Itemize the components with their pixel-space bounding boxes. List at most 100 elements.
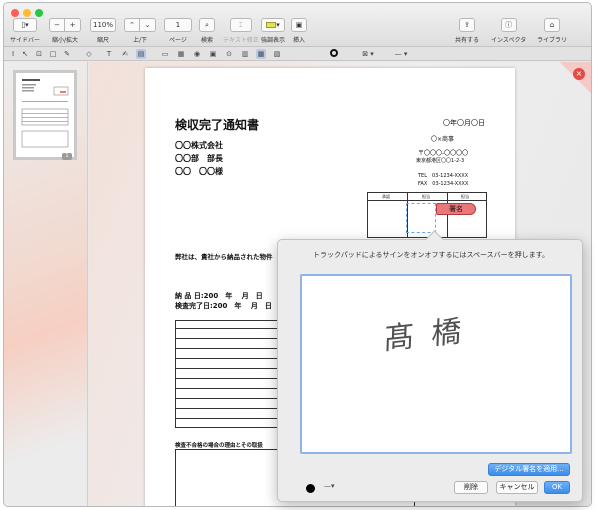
close-window-button[interactable] bbox=[11, 9, 19, 17]
page-number-field[interactable]: 1 bbox=[164, 18, 192, 32]
page-up-button[interactable]: ⌃ bbox=[124, 18, 140, 32]
signature-target-box[interactable] bbox=[406, 203, 436, 233]
picture-icon: ▦ bbox=[177, 50, 185, 58]
stamp-header-approve: 承認 bbox=[382, 194, 390, 199]
note-icon: ▤ bbox=[137, 50, 145, 58]
camera-tool[interactable]: ▣ bbox=[208, 49, 218, 59]
sketch-tool[interactable]: ✎ bbox=[62, 49, 72, 59]
form-tool[interactable]: ▦ bbox=[256, 49, 266, 59]
share-icon: ⇪ bbox=[464, 21, 470, 29]
minimize-window-button[interactable] bbox=[23, 9, 31, 17]
pointer-tool[interactable]: ↖ bbox=[20, 49, 30, 59]
page-down-button[interactable]: ⌄ bbox=[140, 18, 156, 32]
page-nav-group: ⌃ ⌄ 上/下 bbox=[124, 18, 156, 44]
text-fix-group: ⌶ テキスト修正 bbox=[223, 18, 259, 44]
scale-label: 縮尺 bbox=[96, 37, 109, 44]
highlight-label: 強調表示 bbox=[261, 37, 286, 44]
signature-ink: 髙 橋 bbox=[383, 313, 466, 358]
caption-tool[interactable]: ▧ bbox=[272, 49, 282, 59]
stamp-header-staff: 担当 bbox=[422, 194, 430, 199]
ok-button[interactable]: OK bbox=[544, 481, 570, 494]
rectangle-select-tool[interactable]: □ bbox=[48, 49, 58, 59]
signature-popover: トラックパッドによるサインをオンオフするにはスペースバーを押します。 髙 橋 デ… bbox=[277, 239, 583, 502]
stamp-header-staff-2: 担当 bbox=[461, 194, 469, 199]
border-color-tool[interactable] bbox=[329, 49, 339, 59]
image-icon: ▣ bbox=[295, 21, 303, 29]
text-tool[interactable]: T bbox=[104, 49, 114, 59]
apply-digital-signature-button[interactable]: デジタル署名を適用... bbox=[488, 463, 570, 476]
toolbar: ▯▾ サイドバー − + 縮小/拡大 110% 縮尺 ⌃ ⌄ 上/下 1 ページ bbox=[4, 3, 591, 47]
search-label: 検索 bbox=[200, 37, 213, 44]
sender-company: 〇×商事 bbox=[431, 136, 455, 143]
sign-here-tag[interactable]: 署名 bbox=[436, 203, 476, 215]
caption-icon: ▧ bbox=[273, 50, 281, 58]
rectangle-icon: □ bbox=[49, 50, 57, 58]
page-number-badge: 1 bbox=[62, 153, 72, 160]
circle-outline-icon bbox=[330, 49, 338, 57]
inspector-button[interactable]: ⓘ bbox=[500, 18, 517, 32]
body-text: 弊社は、貴社から納品された物件 bbox=[175, 253, 273, 261]
grid-icon: ▥ bbox=[241, 50, 249, 58]
image-tool[interactable]: ▦ bbox=[176, 49, 186, 59]
lasso-tool[interactable]: ⊡ bbox=[34, 49, 44, 59]
zoom-out-button[interactable]: − bbox=[49, 18, 65, 32]
camera-icon: ▣ bbox=[209, 50, 217, 58]
text-select-tool[interactable]: I bbox=[8, 49, 18, 59]
shapes-tool[interactable]: ◇ bbox=[84, 49, 94, 59]
sidebar: 1 bbox=[4, 62, 88, 506]
share-button[interactable]: ⇪ bbox=[459, 18, 475, 32]
library-button[interactable]: ⌂ bbox=[544, 18, 560, 32]
box-icon: ▭ bbox=[161, 50, 169, 58]
fill-icon: ⊠ ▾ bbox=[362, 50, 374, 58]
signature-pad[interactable]: 髙 橋 bbox=[300, 274, 572, 454]
text-cursor-icon: I bbox=[11, 50, 15, 58]
text-fix-button[interactable]: ⌶ bbox=[229, 18, 252, 32]
delete-button[interactable]: 削除 bbox=[454, 481, 488, 494]
grid-tool[interactable]: ▥ bbox=[240, 49, 250, 59]
share-group: ⇪ 共有する bbox=[455, 18, 479, 44]
ink-color-dot-icon[interactable] bbox=[306, 484, 315, 493]
page-thumbnail[interactable] bbox=[13, 70, 77, 160]
line-width-menu[interactable]: —▾ bbox=[324, 482, 335, 490]
search-button[interactable]: ⌕ bbox=[199, 18, 215, 32]
insert-label: 挿入 bbox=[292, 37, 305, 44]
sidebar-toggle-button[interactable]: ▯▾ bbox=[13, 18, 37, 32]
zoom-window-button[interactable] bbox=[35, 9, 43, 17]
insert-group: ▣ 挿入 bbox=[291, 18, 307, 44]
arrow-up-icon: ⌃ bbox=[129, 21, 135, 29]
sidebar-label: サイドバー bbox=[10, 37, 41, 44]
stamp-table: 承認 担当 担当 署名 bbox=[367, 192, 487, 238]
lasso-icon: ⊡ bbox=[36, 50, 42, 58]
inspector-group: ⓘ インスペクタ bbox=[491, 18, 526, 44]
stamp-header-rule bbox=[368, 200, 486, 201]
fill-color-tool[interactable]: ⊠ ▾ bbox=[358, 49, 378, 59]
insert-button[interactable]: ▣ bbox=[291, 18, 307, 32]
dismiss-corner: × bbox=[559, 62, 591, 96]
shapes-icon: ◇ bbox=[86, 50, 92, 58]
zoom-group: − + 縮小/拡大 bbox=[49, 18, 81, 44]
zoom-value-field[interactable]: 110% bbox=[90, 18, 116, 32]
inspection-date: 検査完了日:200 年 月 日 bbox=[175, 302, 272, 310]
sign-tool[interactable]: ✍ bbox=[120, 49, 130, 59]
defect-label: 検査不合格の場合の理由とその取扱 bbox=[175, 443, 263, 449]
target-tool[interactable]: ◉ bbox=[192, 49, 202, 59]
close-icon[interactable]: × bbox=[573, 68, 585, 80]
line-style-tool[interactable]: — ▾ bbox=[389, 49, 413, 59]
page-label: ページ bbox=[169, 37, 187, 44]
box-tool[interactable]: ▭ bbox=[160, 49, 170, 59]
library-group: ⌂ ライブラリ bbox=[537, 18, 567, 44]
search-icon: ⌕ bbox=[205, 20, 209, 29]
signature-icon: ✍ bbox=[122, 50, 128, 58]
link-tool[interactable]: ⊙ bbox=[224, 49, 234, 59]
highlight-button[interactable]: ▾ bbox=[261, 18, 285, 32]
text-cursor-icon: ⌶ bbox=[238, 20, 243, 29]
sender-address: 東京都港区〇〇1-2-3 bbox=[416, 158, 465, 164]
zoom-in-button[interactable]: + bbox=[65, 18, 81, 32]
delivery-date: 納 品 日:200 年 月 日 bbox=[175, 292, 263, 300]
cancel-button[interactable]: キャンセル bbox=[496, 481, 538, 494]
text-fix-label: テキスト修正 bbox=[223, 37, 259, 44]
sender-tel: TEL 03-1234-XXXX bbox=[418, 173, 469, 179]
note-tool[interactable]: ▤ bbox=[136, 49, 146, 59]
page-thumbnail-preview bbox=[21, 79, 69, 148]
library-icon: ⌂ bbox=[549, 21, 555, 29]
